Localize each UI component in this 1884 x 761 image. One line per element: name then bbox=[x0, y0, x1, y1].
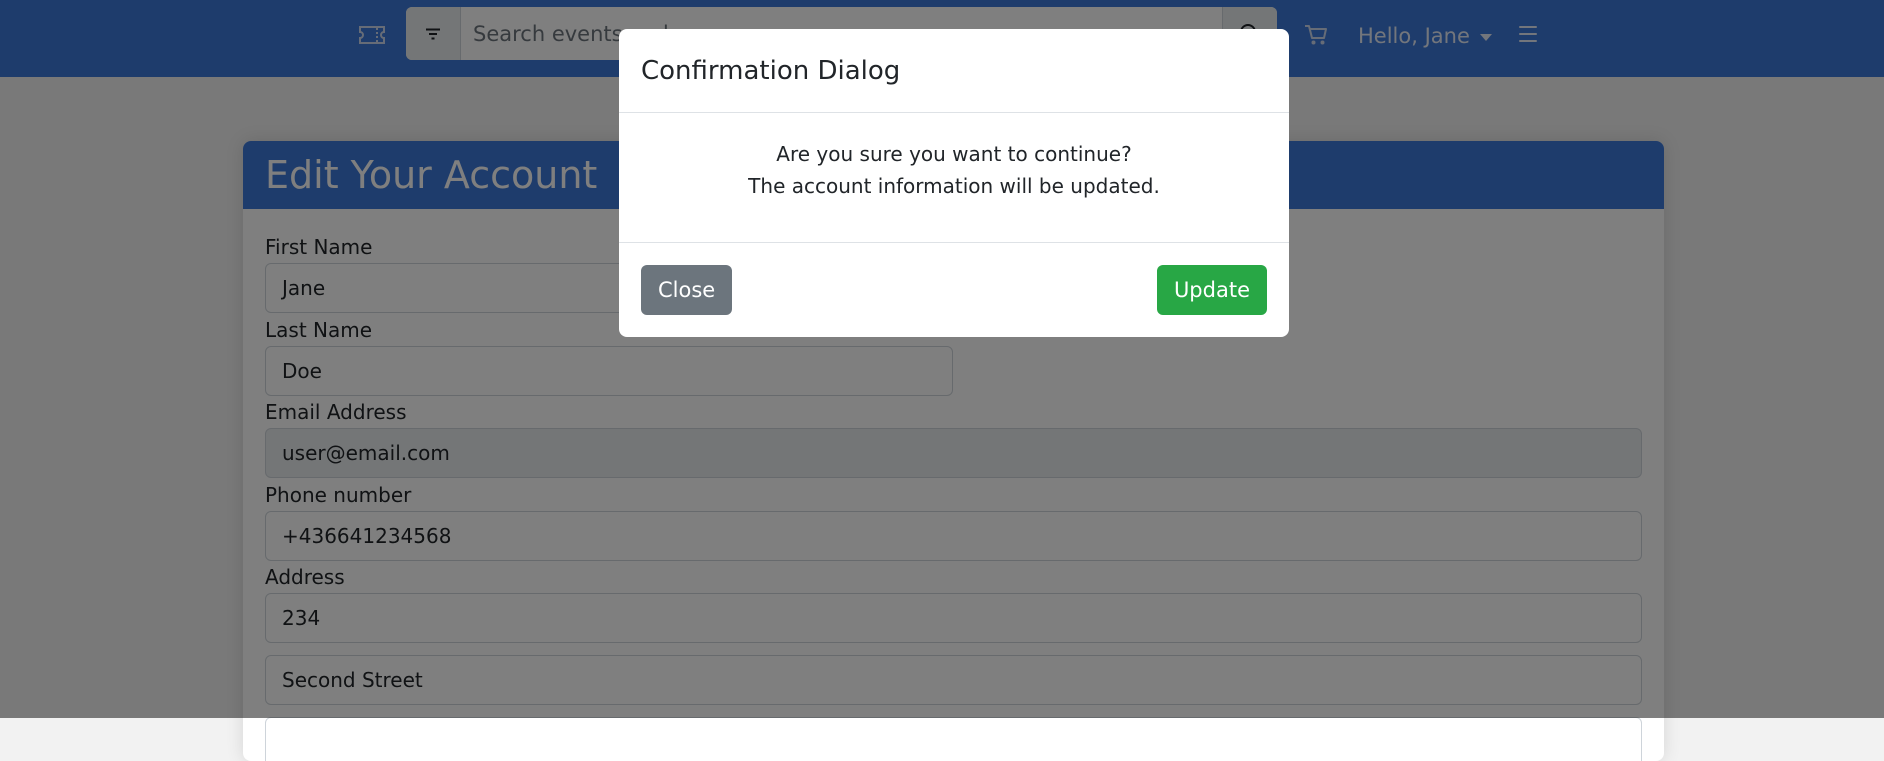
dialog-message-line1: Are you sure you want to continue? bbox=[776, 142, 1132, 166]
address-line3-field[interactable] bbox=[265, 717, 1642, 761]
dialog-body: Are you sure you want to continue? The a… bbox=[619, 113, 1289, 243]
dialog-title: Confirmation Dialog bbox=[619, 29, 1289, 113]
dialog-message-line2: The account information will be updated. bbox=[748, 174, 1160, 198]
update-button[interactable]: Update bbox=[1156, 265, 1267, 315]
dialog-footer: Close Update bbox=[619, 243, 1289, 337]
confirmation-dialog: Confirmation Dialog Are you sure you wan… bbox=[619, 29, 1289, 337]
close-button[interactable]: Close bbox=[641, 265, 733, 315]
